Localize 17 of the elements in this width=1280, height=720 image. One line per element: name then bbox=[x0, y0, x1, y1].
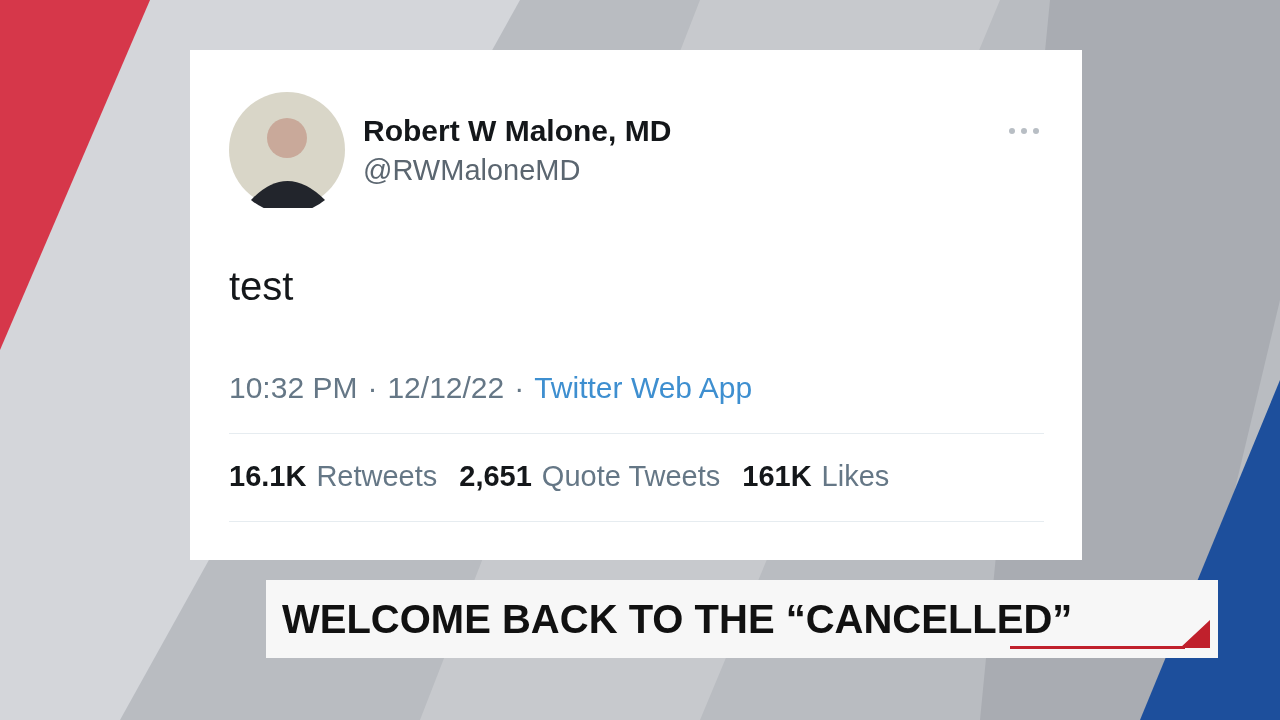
separator-dot: · bbox=[367, 371, 378, 405]
headline: WELCOME BACK TO THE “CANCELLED” bbox=[282, 596, 1073, 642]
source-link[interactable]: Twitter Web App bbox=[534, 371, 753, 405]
stat-count: 2,651 bbox=[459, 460, 532, 493]
tweet-text: test bbox=[229, 264, 295, 309]
stat-label: Quote Tweets bbox=[541, 460, 721, 493]
tweet-time: 10:32 PM bbox=[229, 371, 358, 405]
author-name: Robert W Malone, MD bbox=[363, 113, 673, 148]
stat-count: 161K bbox=[742, 460, 812, 493]
stat-label: Retweets bbox=[316, 460, 438, 493]
avatar-icon bbox=[229, 92, 345, 208]
author-handle: @RWMaloneMD bbox=[363, 153, 582, 187]
stat-count: 16.1K bbox=[229, 460, 307, 493]
tweet-date: 12/12/22 bbox=[387, 371, 505, 405]
separator-dot: · bbox=[514, 371, 525, 405]
stat-label: Likes bbox=[821, 460, 890, 493]
more-icon[interactable] bbox=[1008, 127, 1040, 135]
